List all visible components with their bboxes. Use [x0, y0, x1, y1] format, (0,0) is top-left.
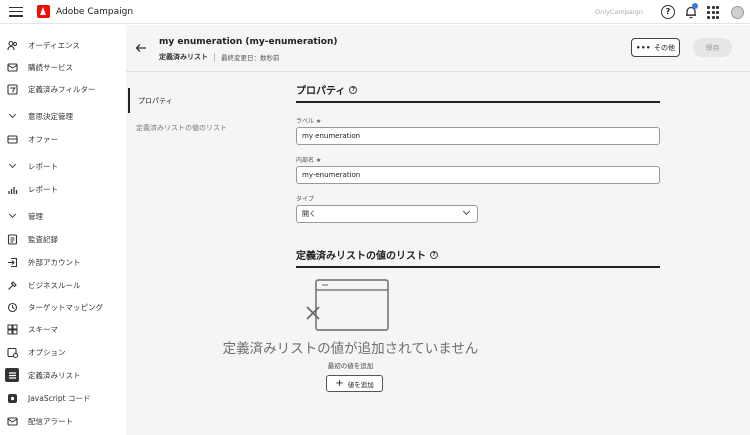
external-account-icon: [7, 257, 18, 268]
sidebar-item-enumerations[interactable]: 定義済みリスト: [0, 366, 126, 384]
subscription-icon: [7, 62, 18, 73]
filter-icon: [7, 83, 18, 95]
page-title: my enumeration (my-enumeration): [159, 37, 338, 47]
chevron-down-icon: [7, 110, 18, 122]
internal-name-field-label: 内部名 ★: [296, 157, 322, 164]
report-icon: [7, 184, 18, 195]
more-button[interactable]: ••• その他: [631, 38, 680, 57]
label-input[interactable]: my enumeration: [296, 127, 660, 145]
sidebar-item-target-mappings[interactable]: ターゲットマッピング: [0, 298, 126, 316]
menu-icon[interactable]: [9, 6, 23, 17]
save-button[interactable]: 保存: [693, 38, 732, 57]
properties-title: プロパティ ?: [296, 82, 358, 97]
sidebar-item-label: レポート: [28, 184, 58, 194]
sidebar-item-predefined-filters[interactable]: 定義済みフィルター: [0, 80, 126, 98]
sidebar-section-decisioning[interactable]: 意思決定管理: [0, 107, 126, 125]
page-subtitle: 定義済みリスト: [159, 53, 208, 61]
sidebar-item-label: 外部アカウント: [28, 257, 81, 267]
sidebar-section-reports[interactable]: レポート: [0, 157, 126, 175]
sidebar-item-label: オプション: [28, 347, 66, 357]
sidebar-item-label: 購読サービス: [28, 62, 73, 72]
sidebar-item-business-rules[interactable]: ビジネスルール: [0, 276, 126, 294]
help-icon[interactable]: ?: [661, 5, 675, 19]
divider: [214, 52, 215, 62]
business-rule-icon: [7, 280, 18, 291]
sidebar-section-label: 意思決定管理: [28, 111, 73, 121]
sidebar-item-label: 定義済みフィルター: [28, 84, 96, 94]
sidebar-item-label: オファー: [28, 134, 58, 144]
top-bar: Adobe Campaign OnlyCampaign ?: [0, 0, 750, 24]
target-mapping-icon: [7, 302, 18, 313]
org-switcher[interactable]: OnlyCampaign: [595, 8, 643, 16]
sidebar-item-label: JavaScript コード: [28, 393, 91, 403]
alert-icon: [7, 416, 18, 427]
options-icon: [7, 347, 18, 358]
divider: [296, 101, 660, 103]
last-modified: 最終変更日：数秒前: [221, 54, 280, 62]
empty-state-illustration: [305, 279, 392, 341]
chevron-down-icon: [7, 160, 18, 172]
page-meta: 定義済みリスト 最終変更日：数秒前: [159, 52, 280, 62]
javascript-icon: [7, 393, 18, 404]
sidebar-item-label: ターゲットマッピング: [28, 302, 103, 312]
sidebar-item-schemas[interactable]: スキーマ: [0, 320, 126, 338]
sidebar-section-label: レポート: [28, 161, 58, 171]
more-button-label: その他: [653, 43, 675, 52]
type-select[interactable]: 開く: [296, 205, 478, 223]
type-field-label: タイプ: [296, 196, 315, 203]
sidebar-section-label: 管理: [28, 211, 43, 221]
values-list-title: 定義済みリストの値のリスト ?: [296, 247, 438, 262]
sidebar-item-reports[interactable]: レポート: [0, 180, 126, 198]
sidebar-item-label: ビジネスルール: [28, 280, 81, 290]
type-select-value: 開く: [302, 210, 316, 218]
sidebar-item-offers[interactable]: オファー: [0, 130, 126, 148]
add-value-label: 値を追加: [347, 380, 374, 389]
audience-icon: [7, 40, 18, 51]
sidebar-item-label: 監査記録: [28, 234, 58, 244]
empty-state-subtitle: 最初の値を追加: [327, 362, 374, 370]
schema-icon: [7, 324, 18, 335]
divider: [296, 266, 660, 268]
sidebar-item-options[interactable]: オプション: [0, 343, 126, 361]
properties-title-text: プロパティ: [296, 86, 346, 97]
app-name: Adobe Campaign: [56, 6, 134, 17]
sidebar-item-javascript-codes[interactable]: JavaScript コード: [0, 389, 126, 407]
tab-enumeration-values[interactable]: 定義済みリストの値のリスト: [128, 115, 278, 140]
tab-properties[interactable]: プロパティ: [128, 88, 278, 113]
values-list-title-text: 定義済みリストの値のリスト: [296, 251, 426, 262]
more-icon: •••: [636, 43, 651, 52]
sidebar: オーディエンス 購読サービス 定義済みフィルター 意思決定管理 オファー レポー…: [0, 25, 126, 435]
sidebar-item-external-accounts[interactable]: 外部アカウント: [0, 253, 126, 271]
sidebar-item-delivery-alerting[interactable]: 配信アラート: [0, 412, 126, 430]
info-icon[interactable]: ?: [430, 250, 438, 259]
offer-icon: [7, 134, 18, 145]
internal-name-input[interactable]: my-enumeration: [296, 166, 660, 184]
chevron-down-icon: [7, 210, 18, 222]
plus-icon: +: [335, 377, 344, 389]
sidebar-item-audit-trail[interactable]: 監査記録: [0, 230, 126, 248]
sidebar-section-administration[interactable]: 管理: [0, 207, 126, 225]
sidebar-item-label: スキーマ: [28, 324, 58, 334]
empty-state-title: 定義済みリストの値が追加されていません: [222, 341, 479, 357]
sidebar-item-label: 定義済みリスト: [28, 370, 81, 380]
page-header: my enumeration (my-enumeration) 定義済みリスト …: [126, 25, 750, 72]
chevron-down-icon: [462, 207, 471, 216]
main-content: my enumeration (my-enumeration) 定義済みリスト …: [126, 25, 750, 435]
back-arrow-icon[interactable]: [135, 43, 147, 53]
sidebar-item-label: 配信アラート: [28, 416, 73, 426]
enumeration-icon: [5, 368, 19, 382]
adobe-logo-icon: [37, 5, 50, 18]
avatar[interactable]: [731, 6, 744, 19]
add-value-button[interactable]: + 値を追加: [326, 375, 383, 392]
notification-badge: [692, 3, 698, 9]
sidebar-item-subscriptions[interactable]: 購読サービス: [0, 58, 126, 76]
sidebar-item-label: オーディエンス: [28, 40, 80, 50]
label-field-label: ラベル ★: [296, 118, 322, 125]
apps-grid-icon[interactable]: [707, 6, 721, 20]
audit-icon: [7, 233, 18, 245]
info-icon[interactable]: ?: [349, 85, 358, 94]
sidebar-item-audience[interactable]: オーディエンス: [0, 36, 126, 54]
